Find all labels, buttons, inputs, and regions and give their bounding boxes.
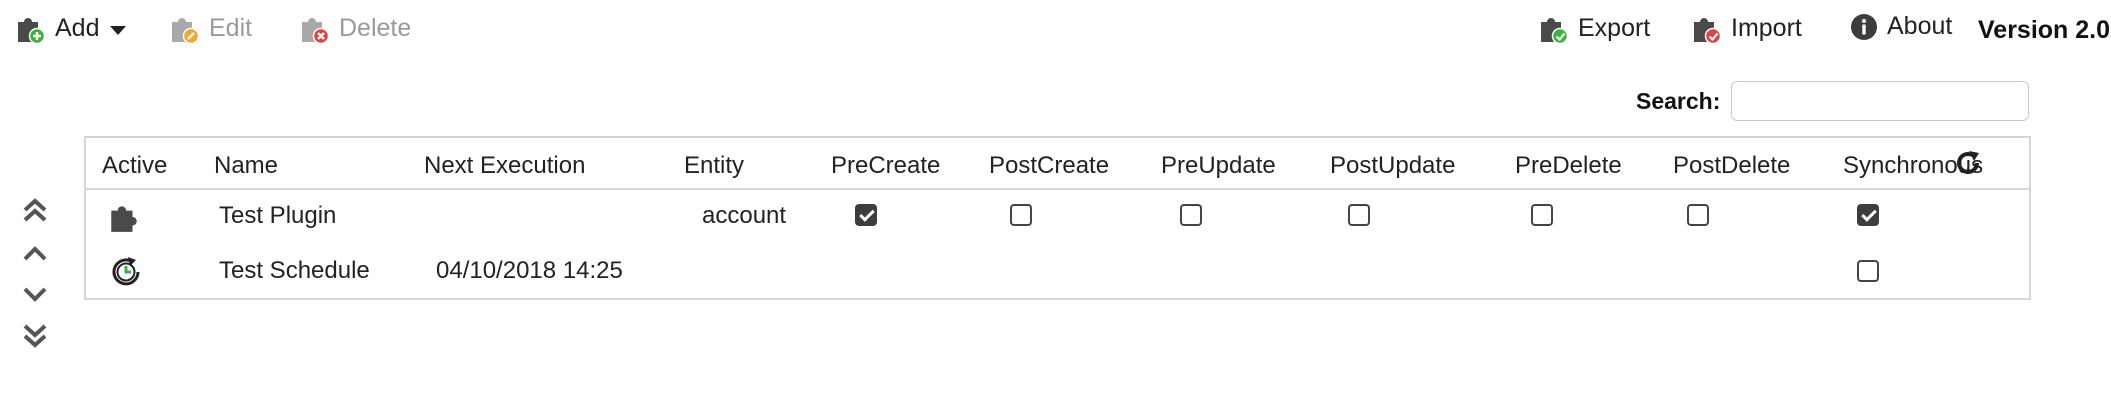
double-chevron-up-icon [23,198,47,222]
edit-button[interactable]: Edit [168,12,252,44]
double-chevron-down-icon [23,324,47,348]
move-down-button[interactable] [18,280,52,310]
chevron-down-icon [110,25,127,35]
move-bottom-button[interactable] [18,320,52,350]
puzzle-add-icon [14,12,46,44]
row-name: Test Plugin [219,202,337,229]
row-next-execution: 04/10/2018 14:25 [436,257,623,284]
schedule-clock-icon [109,255,143,294]
delete-button[interactable]: Delete [298,12,411,44]
precreate-checkbox[interactable] [855,204,877,226]
row-entity: account [702,202,787,229]
predelete-checkbox[interactable] [1531,204,1553,226]
add-button-label: Add [55,13,100,42]
about-button-label: About [1887,12,1953,40]
column-header-postcreate[interactable]: PostCreate [989,152,1109,180]
export-button[interactable]: Export [1537,12,1650,44]
puzzle-delete-icon [298,12,330,44]
table-row[interactable]: Test Schedule 04/10/2018 14:25 [86,245,2029,300]
puzzle-export-icon [1537,12,1569,44]
edit-button-label: Edit [209,13,253,42]
search-input[interactable] [1731,81,2029,121]
about-button[interactable]: About [1850,12,1952,41]
add-button[interactable]: Add [14,12,127,44]
preupdate-checkbox[interactable] [1180,204,1202,226]
import-button-label: Import [1731,13,1802,42]
row-name: Test Schedule [219,257,370,284]
move-top-button[interactable] [18,196,52,226]
import-button[interactable]: Import [1690,12,1802,44]
refresh-icon[interactable] [1953,148,1983,178]
column-header-active[interactable]: Active [102,152,167,180]
puzzle-import-icon [1690,12,1722,44]
delete-button-label: Delete [339,13,412,42]
synchronous-checkbox[interactable] [1857,204,1879,226]
info-icon [1850,13,1878,41]
synchronous-checkbox[interactable] [1857,260,1879,282]
chevron-down-icon [23,287,47,302]
column-header-postdelete[interactable]: PostDelete [1673,152,1790,180]
search-label: Search: [1636,88,1721,114]
column-header-preupdate[interactable]: PreUpdate [1161,152,1276,180]
table-row[interactable]: Test Plugin account [86,190,2029,245]
column-header-name[interactable]: Name [214,152,278,180]
puzzle-edit-icon [168,12,200,44]
move-up-button[interactable] [18,238,52,268]
column-header-next-execution[interactable]: Next Execution [424,152,585,180]
column-header-predelete[interactable]: PreDelete [1515,152,1622,180]
postupdate-checkbox[interactable] [1348,204,1370,226]
postdelete-checkbox[interactable] [1687,204,1709,226]
column-header-entity[interactable]: Entity [684,152,744,180]
plugin-grid: Active Name Next Execution Entity PreCre… [84,136,2031,300]
column-header-precreate[interactable]: PreCreate [831,152,940,180]
version-label: Version 2.0 [1978,16,2111,44]
grid-header: Active Name Next Execution Entity PreCre… [86,138,2029,190]
puzzle-icon [107,200,141,239]
chevron-up-icon [23,246,47,261]
column-header-postupdate[interactable]: PostUpdate [1330,152,1455,180]
postcreate-checkbox[interactable] [1010,204,1032,226]
export-button-label: Export [1578,13,1651,42]
